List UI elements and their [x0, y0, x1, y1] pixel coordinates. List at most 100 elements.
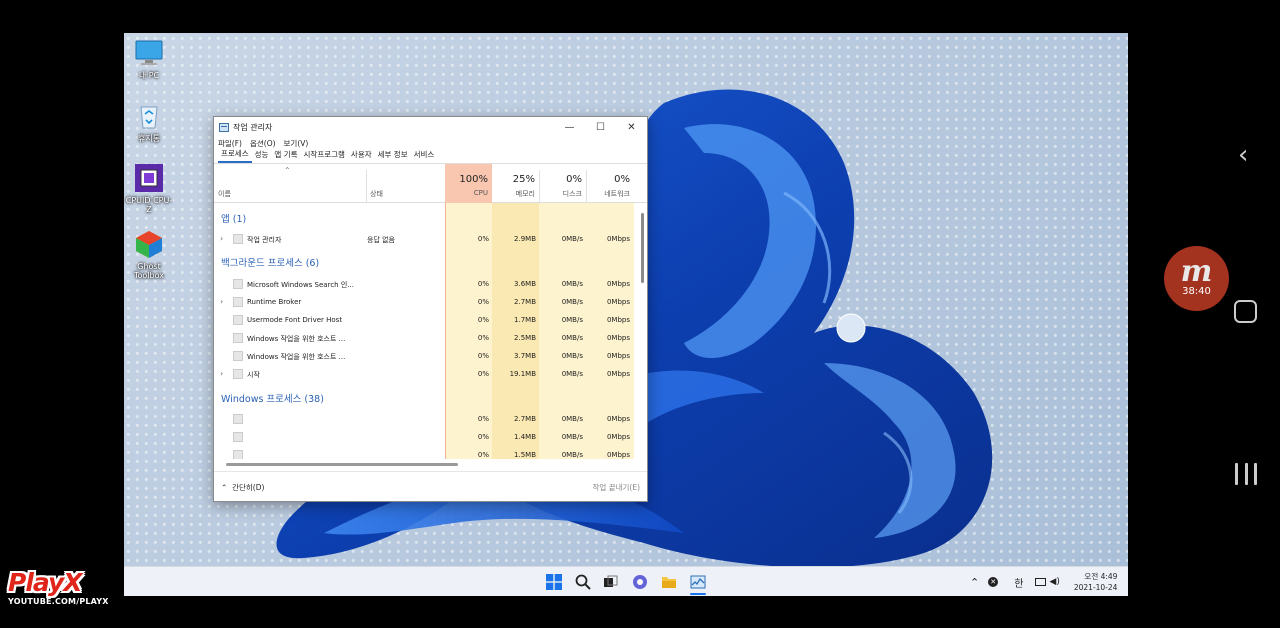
- process-disk-value: 0MB/s: [561, 352, 583, 360]
- tab-services[interactable]: 서비스: [411, 149, 438, 163]
- process-row[interactable]: › 작업 관리자 응답 없음 0% 2.9MB 0MB/s 0Mbps: [214, 230, 634, 248]
- menu-view[interactable]: 보기(V): [284, 138, 309, 149]
- tray-status-icon[interactable]: ✕: [988, 577, 999, 587]
- process-row[interactable]: › Runtime Broker 0% 2.7MB 0MB/s 0Mbps: [214, 293, 634, 311]
- window-title: 작업 관리자: [233, 122, 273, 132]
- tab-startup[interactable]: 시작프로그램: [301, 149, 348, 163]
- process-net-value: 0Mbps: [606, 235, 630, 243]
- column-network[interactable]: 0% 네트워크: [586, 164, 634, 203]
- process-net-value: 0Mbps: [606, 370, 630, 378]
- horizontal-scrollbar[interactable]: [214, 462, 637, 467]
- column-disk[interactable]: 0% 디스크: [539, 164, 586, 203]
- task-manager-icon[interactable]: [690, 574, 706, 590]
- process-icon: [233, 234, 243, 244]
- search-icon[interactable]: [575, 574, 591, 590]
- process-name: Windows 작업을 위한 호스트 ...: [247, 353, 346, 361]
- recording-badge[interactable]: m 38:40: [1164, 246, 1229, 311]
- network-icon[interactable]: [1035, 578, 1047, 586]
- group-windows: Windows 프로세스 (38): [221, 394, 324, 405]
- desktop-icon-label: 휴지통: [137, 134, 161, 143]
- fewer-details-button[interactable]: ⌃ 간단히(D): [221, 482, 264, 493]
- process-cpu-value: 0%: [477, 298, 489, 306]
- column-name[interactable]: 이름: [218, 189, 231, 199]
- tray-chevron-up-icon[interactable]: ⌃: [970, 576, 979, 589]
- android-recents-icon[interactable]: [1235, 463, 1257, 485]
- close-button[interactable]: ✕: [616, 122, 647, 133]
- tab-users[interactable]: 사용자: [348, 149, 375, 163]
- process-list: 앱 (1) 백그라운드 프로세스 (6) Windows 프로세스 (38) ›…: [214, 203, 647, 459]
- process-cpu-value: 0%: [477, 316, 489, 324]
- cpu-chip-icon: [134, 163, 164, 193]
- process-row[interactable]: Microsoft Windows Search 인... 0% 3.6MB 0MB/…: [214, 275, 634, 293]
- process-row[interactable]: 0% 1.4MB 0MB/s 0Mbps: [214, 428, 634, 446]
- process-icon: [233, 297, 243, 307]
- group-apps: 앱 (1): [221, 214, 247, 225]
- menu-options[interactable]: 옵션(O): [250, 138, 276, 149]
- tab-app-history[interactable]: 앱 기록: [271, 149, 300, 163]
- tab-details[interactable]: 세부 정보: [375, 149, 411, 163]
- android-back-icon[interactable]: ‹: [1238, 140, 1248, 170]
- desktop-icon-recycle-bin[interactable]: 휴지통: [124, 101, 174, 143]
- column-cpu[interactable]: 100% CPU: [445, 164, 492, 203]
- vertical-scrollbar[interactable]: [641, 213, 644, 283]
- expand-chevron-icon[interactable]: ›: [220, 369, 223, 378]
- task-manager-window[interactable]: 작업 관리자 — ☐ ✕ 파일(F) 옵션(O) 보기(V) 프로세스 성능 앱…: [213, 116, 648, 502]
- process-mem-value: 2.7MB: [514, 415, 536, 423]
- minimize-button[interactable]: —: [554, 122, 585, 133]
- process-cpu-value: 0%: [477, 352, 489, 360]
- process-row[interactable]: Usermode Font Driver Host 0% 1.7MB 0MB/s 0Mb…: [214, 311, 634, 329]
- fewer-details-label: 간단히(D): [232, 483, 265, 492]
- screen: 내 PC 휴지통 CPUID CPU-Z Ghost Toolbox 작업 관리…: [0, 0, 1280, 628]
- recorder-logo-icon: m: [1180, 254, 1213, 289]
- process-mem-value: 3.7MB: [514, 352, 536, 360]
- process-row[interactable]: › 시작 0% 19.1MB 0MB/s 0Mbps: [214, 365, 634, 383]
- clock[interactable]: 오전 4:49 2021-10-24: [1074, 571, 1118, 593]
- process-row[interactable]: Windows 작업을 위한 호스트 ... 0% 2.5MB 0MB/s 0Mbps: [214, 329, 634, 347]
- desktop-icon-cpuz[interactable]: CPUID CPU-Z: [124, 163, 174, 214]
- end-task-button[interactable]: 작업 끝내기(E): [593, 482, 640, 493]
- desktop-icon-ghost-toolbox[interactable]: Ghost Toolbox: [124, 229, 174, 280]
- expand-chevron-icon[interactable]: ›: [220, 297, 223, 306]
- process-row[interactable]: 0% 2.7MB 0MB/s 0Mbps: [214, 410, 634, 428]
- tab-processes[interactable]: 프로세스: [218, 148, 252, 163]
- chevron-up-icon: ⌃: [221, 483, 228, 492]
- clock-time: 오전 4:49: [1084, 572, 1118, 581]
- process-name: 시작: [247, 371, 260, 379]
- network-percent: 0%: [614, 174, 630, 185]
- task-view-icon[interactable]: [603, 574, 619, 590]
- chat-icon[interactable]: [632, 574, 648, 590]
- process-mem-value: 1.7MB: [514, 316, 536, 324]
- volume-icon[interactable]: ◀): [1049, 577, 1059, 587]
- android-home-icon[interactable]: [1234, 300, 1257, 323]
- process-row[interactable]: 0% 1.5MB 0MB/s 0Mbps: [214, 446, 634, 459]
- process-cpu-value: 0%: [477, 433, 489, 441]
- column-memory[interactable]: 25% 메모리: [492, 164, 539, 203]
- process-net-value: 0Mbps: [606, 298, 630, 306]
- tab-performance[interactable]: 성능: [252, 149, 272, 163]
- maximize-button[interactable]: ☐: [585, 122, 616, 133]
- process-net-value: 0Mbps: [606, 280, 630, 288]
- process-row[interactable]: Windows 작업을 위한 호스트 ... 0% 3.7MB 0MB/s 0Mbps: [214, 347, 634, 365]
- process-cpu-value: 0%: [477, 235, 489, 243]
- sort-up-icon: ⌃: [284, 166, 291, 175]
- process-cpu-value: 0%: [477, 280, 489, 288]
- cpu-percent: 100%: [459, 174, 488, 185]
- file-explorer-icon[interactable]: [661, 574, 677, 590]
- process-disk-value: 0MB/s: [561, 415, 583, 423]
- disk-percent: 0%: [566, 174, 582, 185]
- ime-indicator[interactable]: 한: [1014, 575, 1023, 590]
- process-disk-value: 0MB/s: [561, 334, 583, 342]
- desktop-icon-this-pc[interactable]: 내 PC: [124, 38, 174, 80]
- tab-bar: 프로세스 성능 앱 기록 시작프로그램 사용자 세부 정보 서비스: [214, 148, 647, 164]
- desktop-icon-label: Ghost Toolbox: [134, 262, 164, 281]
- process-icon: [233, 279, 243, 289]
- start-icon[interactable]: [546, 574, 562, 590]
- expand-chevron-icon[interactable]: ›: [220, 234, 223, 243]
- process-mem-value: 1.4MB: [514, 433, 536, 441]
- toolbox-cube-icon: [134, 229, 164, 259]
- process-net-value: 0Mbps: [606, 334, 630, 342]
- process-mem-value: 2.9MB: [514, 235, 536, 243]
- title-bar[interactable]: 작업 관리자 — ☐ ✕: [214, 117, 647, 137]
- column-status[interactable]: 상태: [370, 189, 383, 199]
- process-net-value: 0Mbps: [606, 316, 630, 324]
